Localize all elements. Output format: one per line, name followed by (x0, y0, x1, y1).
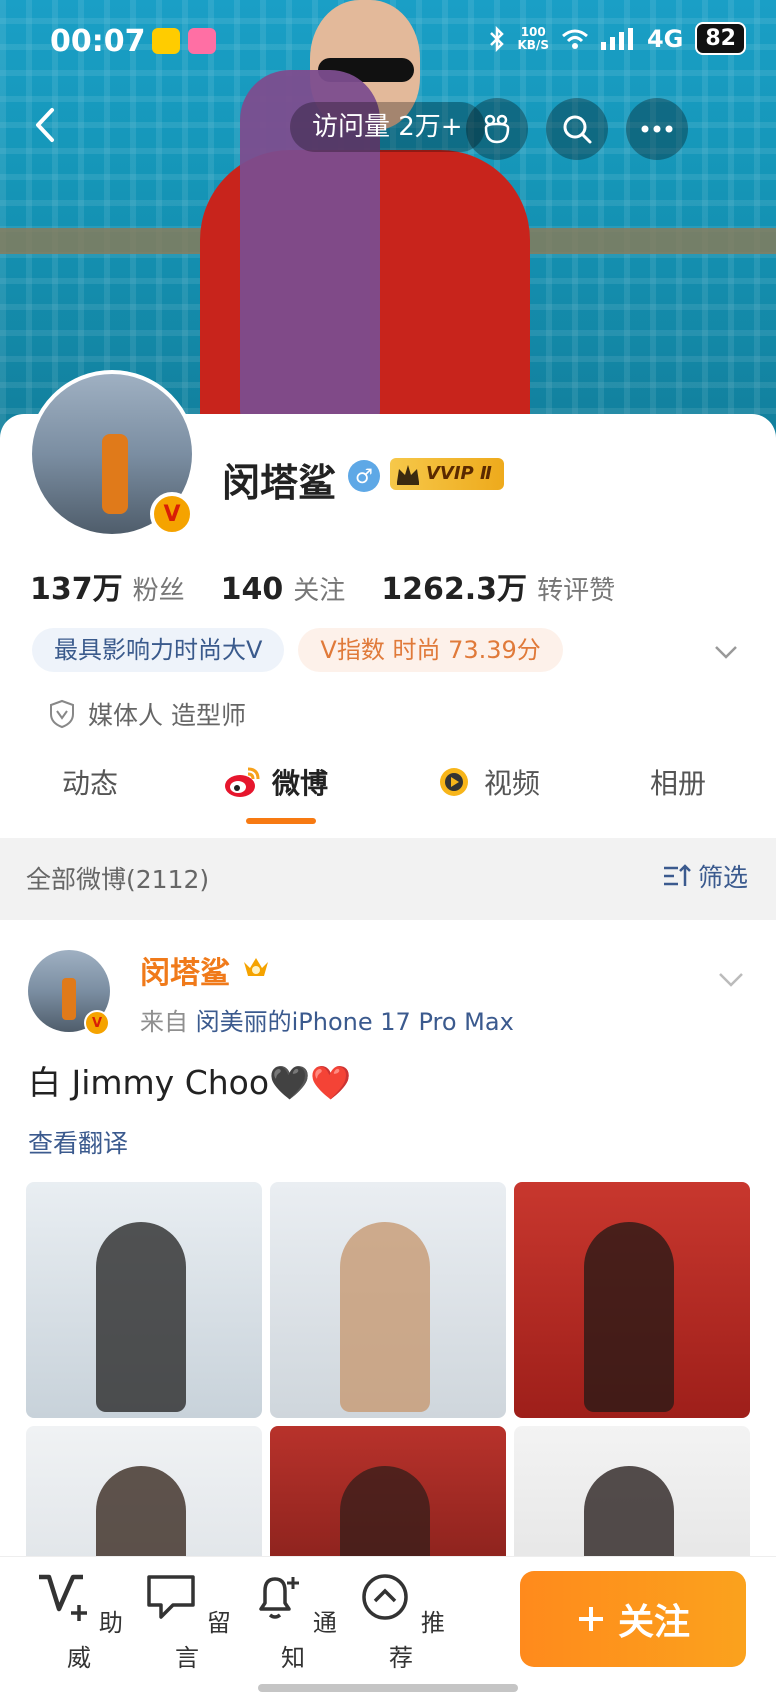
active-tab-indicator (246, 818, 316, 824)
view-translation-link[interactable]: 查看翻译 (28, 1124, 128, 1160)
post-image-thumbnail[interactable] (270, 1182, 506, 1418)
weibo-notification-icon (152, 28, 180, 54)
tab-weibo[interactable]: 微博 (222, 762, 328, 802)
profile-stats: 137万 粉丝 140 关注 1262.3万 转评赞 (30, 564, 651, 608)
filter-sort-icon (663, 864, 691, 886)
top-navigation: 访问量 2万+ (0, 90, 776, 170)
engagement-label: 转评赞 (537, 576, 616, 606)
search-button[interactable] (546, 98, 608, 160)
profile-tabs: 动态 微博 视频 相册 (0, 752, 776, 824)
following-label[interactable]: 关注 (293, 570, 345, 607)
bell-plus-icon (259, 1577, 300, 1619)
medal-icon (244, 958, 268, 976)
photo-subject (584, 1222, 674, 1412)
followers-label[interactable]: 粉丝 (133, 570, 185, 607)
network-type: 4G (646, 24, 684, 53)
v-plus-icon (39, 1574, 88, 1621)
chevron-up-circle-icon (362, 1574, 408, 1620)
post-text: 白 Jimmy Choo🖤❤️ (28, 1063, 352, 1102)
video-badge-icon (440, 768, 468, 796)
post-menu-button[interactable] (716, 964, 746, 994)
fan-club-button[interactable] (466, 98, 528, 160)
photo-subject (340, 1222, 430, 1412)
identity-row[interactable]: 媒体人 造型师 (48, 696, 246, 732)
search-icon (563, 115, 592, 144)
filter-button[interactable]: 筛选 (662, 858, 748, 894)
notify-button[interactable]: 通知 (248, 1571, 338, 1673)
tab-feed[interactable]: 动态 (62, 762, 118, 802)
influence-tag[interactable]: 最具影响力时尚大V (32, 628, 285, 672)
bilibili-notification-icon (188, 28, 216, 54)
wifi-icon (562, 29, 588, 49)
status-indicators: 100 KB/S 4G 82 (489, 22, 746, 55)
vvip-badge[interactable]: VVIP Ⅱ (390, 458, 504, 490)
tab-video[interactable]: 视频 (434, 762, 540, 802)
post-device: 闵美丽的iPhone 17 Pro Max (195, 1008, 514, 1036)
post-source: 来自 闵美丽的iPhone 17 Pro Max (140, 1008, 514, 1036)
expand-profile-button[interactable] (712, 638, 740, 666)
filter-bar: 全部微博(2112) 筛选 (0, 838, 776, 920)
network-speed: 100 KB/S (517, 24, 549, 52)
weibo-logo-icon (225, 767, 260, 797)
more-dots-icon (641, 125, 673, 133)
bluetooth-icon (490, 25, 505, 52)
battery-indicator: 82 (695, 22, 746, 55)
post-image-thumbnail[interactable] (514, 1182, 750, 1418)
more-button[interactable] (626, 98, 688, 160)
cheer-button[interactable]: 助威 (34, 1571, 124, 1673)
follow-button[interactable]: 关注 (520, 1571, 746, 1667)
post-image-thumbnail[interactable] (26, 1182, 262, 1418)
v-index-tag[interactable]: V指数 时尚 73.39分 (298, 628, 563, 672)
post-author[interactable]: 闵塔鲨 (140, 948, 230, 992)
post-verified-icon: V (84, 1010, 110, 1036)
bottom-action-bar: 助威 留言 通知 推荐 关注 (0, 1556, 776, 1704)
followers-count[interactable]: 137万 (30, 564, 123, 608)
photo-subject (96, 1222, 186, 1412)
plus-icon (578, 1607, 603, 1631)
chevron-left-icon (36, 108, 54, 142)
chevron-down-icon (715, 646, 737, 659)
recommend-button[interactable]: 推荐 (356, 1571, 446, 1673)
chevron-down-icon (719, 973, 743, 987)
signal-icon (600, 27, 633, 50)
all-posts-count[interactable]: 全部微博(2112) (26, 860, 209, 896)
shield-icon (50, 699, 74, 729)
status-bar: 00:07 100 KB/S 4G 82 (0, 0, 776, 80)
tab-album[interactable]: 相册 (650, 762, 706, 802)
crown-icon (397, 465, 419, 485)
message-icon (147, 1575, 195, 1619)
profile-name: 闵塔鲨 (222, 461, 337, 505)
bear-hand-icon (484, 114, 510, 144)
verified-badge-icon: V (150, 492, 194, 536)
engagement-count: 1262.3万 (381, 572, 528, 607)
status-app-icons (152, 28, 216, 54)
status-time: 00:07 (50, 24, 146, 59)
message-button[interactable]: 留言 (142, 1571, 232, 1673)
visits-counter[interactable]: 访问量 2万+ (290, 102, 485, 152)
back-button[interactable] (22, 100, 72, 150)
identity-text: 媒体人 造型师 (88, 701, 246, 730)
following-count[interactable]: 140 (221, 572, 284, 607)
weibo-post[interactable]: V 闵塔鲨 来自 闵美丽的iPhone 17 Pro Max 白 Jimmy C… (0, 920, 776, 1662)
male-gender-icon: ♂ (348, 460, 380, 492)
home-indicator[interactable] (258, 1684, 518, 1692)
profile-tags: 最具影响力时尚大V V指数 时尚 73.39分 (32, 628, 563, 672)
